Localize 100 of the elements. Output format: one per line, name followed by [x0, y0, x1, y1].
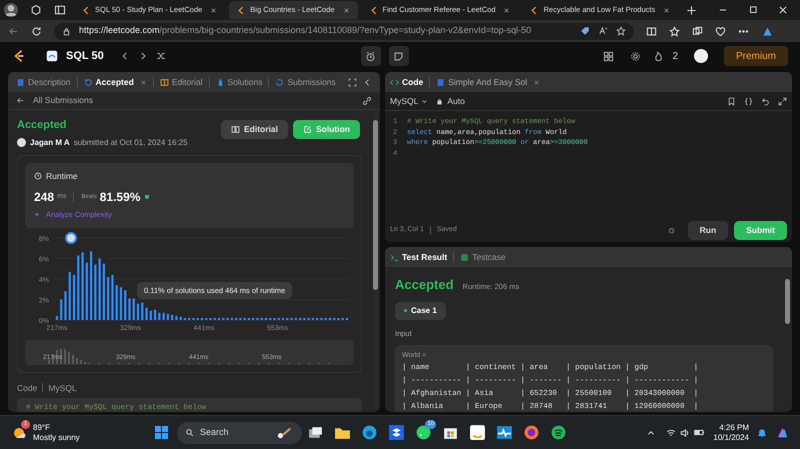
address-field[interactable]: https://leetcode.com/problems/big-countries/submissions/1408110089/?envType=study-plan-v2&envId=top-sql-50	[54, 22, 634, 40]
panel-tab[interactable]: Description	[16, 76, 71, 88]
histogram-bar	[111, 274, 114, 320]
chat-icon[interactable]	[415, 424, 432, 441]
refresh-icon[interactable]	[31, 26, 42, 36]
back-icon[interactable]	[8, 26, 19, 36]
auto-mode-label[interactable]: Auto	[447, 94, 465, 108]
close-icon[interactable]	[663, 6, 670, 14]
histogram-bar	[282, 317, 284, 320]
grid-icon[interactable]	[603, 50, 614, 62]
result-tab[interactable]: Test Result	[390, 250, 448, 264]
author-name[interactable]: Jagan M A	[30, 136, 70, 148]
back-arrow-icon[interactable]	[16, 96, 25, 105]
note-icon	[393, 50, 404, 62]
undo-icon[interactable]	[761, 96, 770, 106]
firefox-icon[interactable]	[523, 424, 540, 441]
histogram-bar	[346, 317, 348, 320]
profile-icon[interactable]	[4, 3, 18, 17]
histogram-bar	[145, 307, 148, 320]
link-icon[interactable]	[362, 96, 372, 106]
close-icon[interactable]	[210, 6, 218, 14]
bookmark-icon[interactable]	[727, 96, 736, 106]
taskbar-search-field[interactable]: Search	[177, 422, 302, 444]
maximize-icon[interactable]	[748, 5, 758, 15]
temperature[interactable]: 89°F	[33, 422, 80, 432]
clock-time[interactable]: 4:26 PM	[719, 422, 749, 432]
histogram-bar	[68, 271, 71, 320]
histogram-bar	[269, 317, 272, 320]
windows-logo-icon[interactable]	[154, 425, 170, 440]
case-tab[interactable]: Case 1	[395, 302, 446, 320]
premium-button[interactable]: Premium	[724, 46, 788, 66]
panel-tab[interactable]: Solutions	[216, 76, 262, 88]
histogram-bar	[226, 317, 229, 320]
avatar[interactable]	[694, 49, 708, 63]
notes-button[interactable]	[388, 46, 409, 66]
battery-icon[interactable]	[694, 427, 706, 438]
histogram-bar	[162, 312, 165, 320]
pulse-icon[interactable]	[496, 424, 514, 441]
histogram-bar	[214, 317, 216, 320]
histogram-bar	[81, 252, 84, 320]
study-plan-title[interactable]: SQL 50	[66, 48, 104, 64]
histogram-bar	[264, 317, 268, 320]
split-screen-icon[interactable]	[646, 26, 657, 36]
histogram-bar	[171, 314, 174, 320]
histogram-bar	[188, 317, 190, 320]
expand-icon[interactable]	[778, 96, 787, 106]
close-icon[interactable]	[503, 6, 510, 14]
favorites-icon[interactable]	[669, 26, 680, 36]
runtime-title: Runtime	[46, 170, 78, 182]
fullscreen-icon[interactable]	[348, 78, 357, 86]
histogram-bar	[196, 317, 199, 320]
music-app-icon[interactable]	[550, 424, 568, 441]
timer-button[interactable]	[360, 46, 381, 66]
tab-actions-icon[interactable]	[54, 4, 66, 16]
close-icon[interactable]	[342, 6, 350, 14]
weather-text[interactable]: Mostly sunny	[33, 432, 80, 442]
speaker-icon[interactable]	[680, 428, 690, 438]
code-icon	[390, 78, 399, 86]
run-button[interactable]: Run	[688, 220, 728, 240]
result-tab[interactable]: Testcase	[460, 250, 506, 264]
histogram-bar	[273, 317, 276, 320]
settings-icon[interactable]	[630, 50, 642, 62]
histogram-bar	[328, 317, 332, 320]
leetcode-logo-icon[interactable]	[12, 49, 26, 63]
panel-tab[interactable]: Editorial	[160, 76, 203, 88]
all-submissions-link[interactable]: All Submissions	[33, 94, 93, 107]
scrollbar[interactable]	[373, 114, 378, 408]
tag-icon[interactable]	[580, 26, 590, 36]
language-dropdown[interactable]: MySQL	[390, 94, 428, 108]
lock-icon	[436, 98, 444, 104]
box-icon[interactable]	[388, 424, 406, 441]
editor-tab[interactable]: Code	[390, 76, 424, 88]
clock-date[interactable]: 10/1/2024	[713, 432, 749, 442]
bell-icon[interactable]	[757, 428, 767, 438]
editorial-button[interactable]: Editorial	[220, 120, 288, 139]
new-tab-icon[interactable]	[686, 4, 698, 16]
histogram-bar	[128, 298, 131, 320]
workspaces-icon[interactable]	[30, 4, 42, 16]
shopping-app-icon[interactable]	[469, 424, 486, 441]
flame-icon[interactable]	[653, 50, 664, 62]
panel-tab[interactable]: Accepted	[84, 76, 134, 88]
wifi-icon[interactable]	[666, 428, 676, 438]
collections-icon[interactable]	[692, 26, 703, 36]
tab-icon	[275, 78, 284, 86]
debug-icon[interactable]	[666, 226, 676, 234]
heart-icon[interactable]	[715, 26, 726, 36]
task-view-icon[interactable]	[307, 424, 324, 441]
editor-tab[interactable]: Simple And Easy Sol	[436, 76, 528, 88]
read-aloud-icon[interactable]	[598, 26, 608, 36]
histogram-bar	[180, 316, 182, 320]
panel-tab[interactable]: Submissions	[275, 76, 336, 88]
browser-icon[interactable]	[361, 424, 378, 441]
tab-icon	[160, 78, 169, 86]
shuffle-icon[interactable]	[156, 51, 166, 61]
braces-icon[interactable]	[744, 96, 753, 106]
star-icon[interactable]	[616, 26, 626, 36]
histogram-bar	[64, 290, 67, 320]
histogram-bar	[102, 263, 105, 320]
status-label: Accepted	[17, 118, 68, 133]
histogram-bar	[124, 290, 126, 320]
